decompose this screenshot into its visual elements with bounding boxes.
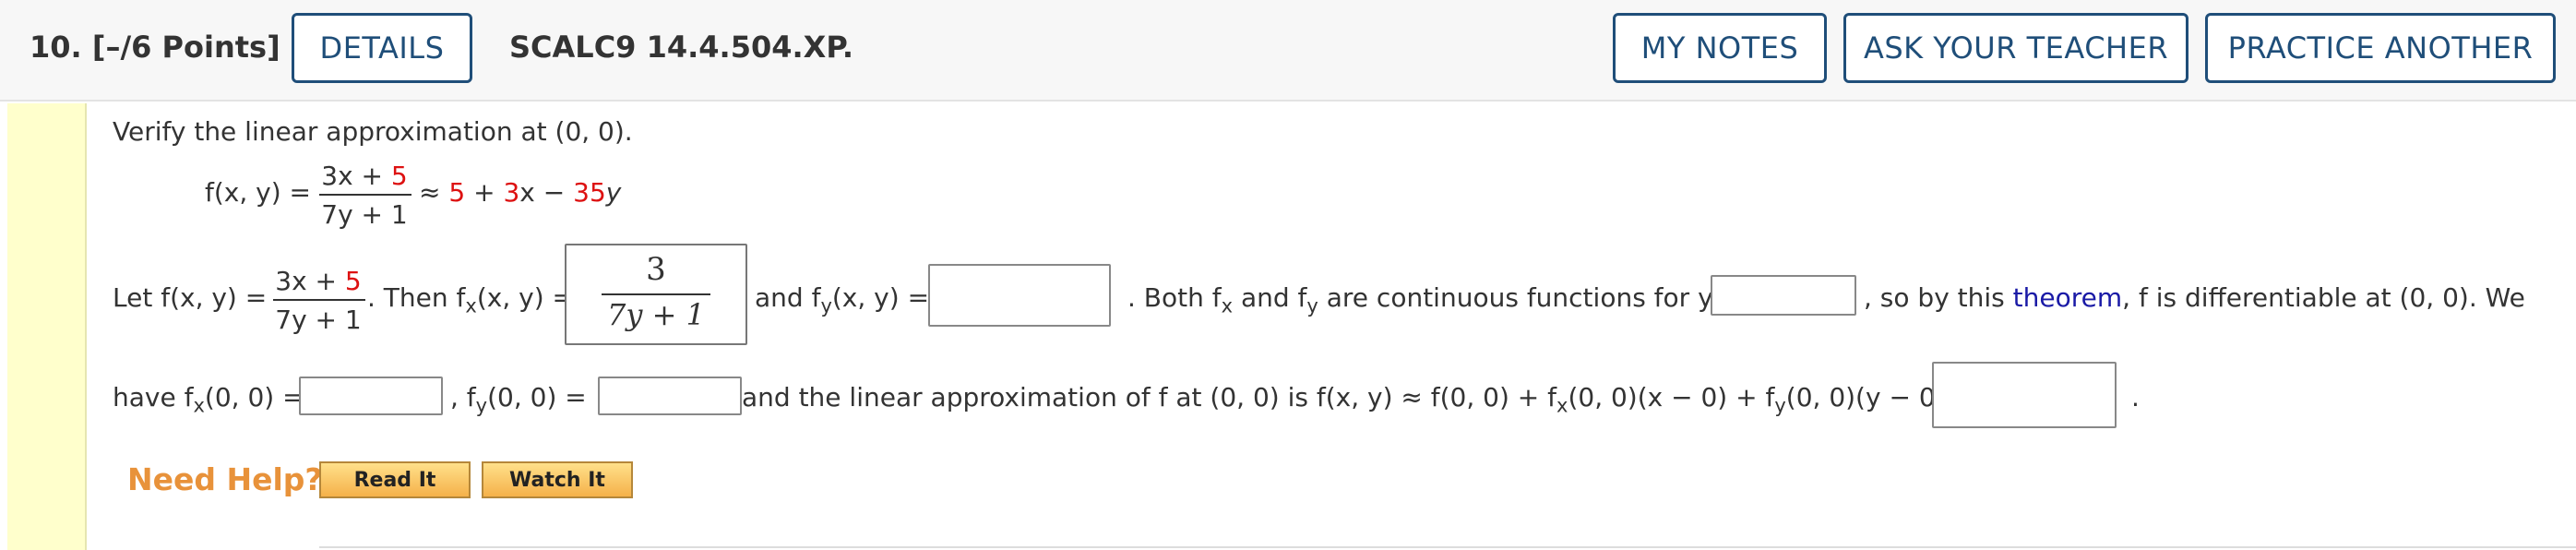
linear-approx-input[interactable] — [1932, 362, 2117, 428]
approximation-expression: ≈ 5 + 3x − 35y — [419, 177, 622, 208]
let-fraction-bar — [273, 299, 365, 301]
fy00-label: , fy(0, 0) = — [450, 382, 587, 417]
f-definition-label: f(x, y) = — [205, 177, 312, 208]
question-side-bar — [7, 103, 87, 550]
problem-intro: Verify the linear approximation at (0, 0… — [113, 116, 633, 147]
problem-code: SCALC9 14.4.504.XP. — [509, 30, 854, 65]
fy-answer-input[interactable] — [928, 264, 1111, 327]
watch-it-button[interactable]: Watch It — [482, 461, 633, 498]
need-help-label: Need Help? — [127, 461, 323, 497]
f-numerator: 3x + 5 — [321, 161, 408, 191]
fx-answer-denominator: 7y + 1 — [607, 297, 705, 332]
fx00-input[interactable] — [299, 377, 443, 415]
and-fy-label: and fy(x, y) = — [755, 282, 930, 317]
theorem-text: , so by this theorem, f is differentiabl… — [1864, 282, 2525, 313]
continuity-text: . Both fx and fy are continuous function… — [1127, 282, 1744, 317]
question-points: [–/6 Points] — [91, 30, 280, 65]
read-it-button[interactable]: Read It — [319, 461, 471, 498]
y-not-equal-input[interactable] — [1711, 275, 1856, 316]
then-fx-label: . Then fx(x, y) = — [367, 282, 574, 317]
bottom-divider — [319, 546, 2576, 548]
question-number: 10. — [30, 30, 82, 65]
final-period: . — [2131, 382, 2140, 412]
have-fx00-label: have fx(0, 0) = — [113, 382, 304, 417]
question-title: 10. [–/6 Points] — [30, 30, 280, 65]
fx-answer-numerator: 3 — [646, 251, 666, 288]
fy00-input[interactable] — [598, 377, 742, 415]
let-numerator: 3x + 5 — [275, 266, 362, 296]
fx-answer-bar — [602, 293, 710, 295]
my-notes-button[interactable]: MY NOTES — [1613, 13, 1827, 83]
ask-your-teacher-button[interactable]: ASK YOUR TEACHER — [1843, 13, 2188, 83]
f-denominator: 7y + 1 — [321, 199, 408, 230]
linear-approx-text: and the linear approximation of f at (0,… — [742, 382, 1975, 417]
let-denominator: 7y + 1 — [275, 305, 362, 335]
details-button[interactable]: DETAILS — [292, 13, 472, 83]
practice-another-button[interactable]: PRACTICE ANOTHER — [2205, 13, 2556, 83]
f-fraction-bar — [319, 194, 411, 196]
question-header: 10. [–/6 Points] DETAILS SCALC9 14.4.504… — [0, 0, 2576, 102]
let-label: Let f(x, y) = — [113, 282, 268, 313]
theorem-link[interactable]: theorem — [2013, 282, 2122, 313]
